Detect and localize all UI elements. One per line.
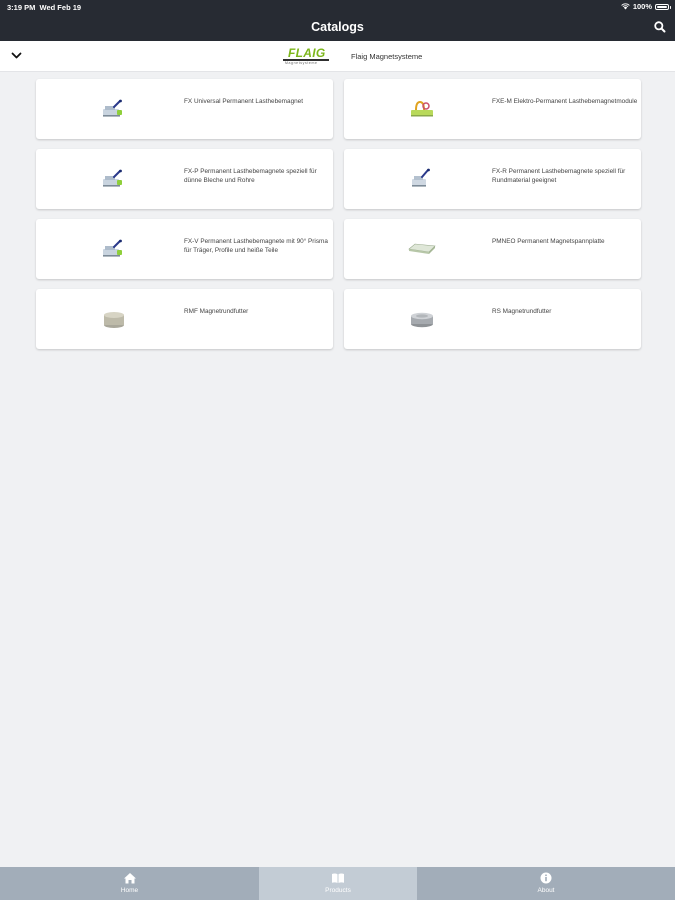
catalog-title: FX Universal Permanent Lasthebemagnet	[184, 98, 304, 105]
status-time: 3:19 PM	[7, 3, 36, 12]
catalog-card[interactable]: FXE-M Elektro-Permanent Lasthebemagnetmo…	[344, 79, 641, 139]
status-date: Wed Feb 19	[39, 3, 82, 12]
catalog-title: RMF Magnetrundfutter	[184, 308, 249, 315]
catalog-grid: FX Universal Permanent Lasthebemagnet FX…	[36, 79, 641, 351]
tab-bar: Home Products About	[0, 867, 675, 900]
catalog-title: PMNEO Permanent Magnetspannplatte	[492, 238, 605, 245]
catalog-card[interactable]: RMF Magnetrundfutter	[36, 289, 333, 349]
supplier-name: Flaig Magnetsysteme	[351, 52, 423, 61]
electro-permanent-module-image	[411, 100, 433, 117]
catalog-card[interactable]: FX-V Permanent Lasthebemagnete mit 90° P…	[36, 219, 333, 279]
tab-products[interactable]: Products	[259, 867, 417, 900]
chevron-down-icon	[11, 52, 22, 59]
page-title: Catalogs	[311, 20, 364, 34]
lifting-magnet-image	[103, 239, 122, 257]
round-chuck-image	[104, 312, 124, 328]
status-bar-indicators: 100%	[621, 2, 671, 11]
catalog-card[interactable]: FX-P Permanent Lasthebemagnete speziell …	[36, 149, 333, 209]
catalog-title: FX-R Permanent Lasthebemagnete speziell …	[492, 168, 626, 184]
search-icon	[654, 21, 666, 33]
round-chuck-image	[411, 312, 433, 328]
status-bar-time: 3:19 PM Wed Feb 19	[7, 3, 81, 12]
catalog-title: RS Magnetrundfutter	[492, 308, 552, 315]
catalog-card[interactable]: FX Universal Permanent Lasthebemagnet	[36, 79, 333, 139]
lifting-magnet-image	[103, 99, 122, 117]
supplier-header: FLAIG Magnetsysteme Flaig Magnetsysteme	[0, 41, 675, 72]
catalog-card[interactable]: RS Magnetrundfutter	[344, 289, 641, 349]
tab-products-label: Products	[325, 887, 351, 894]
info-icon	[540, 872, 552, 884]
catalog-card[interactable]: PMNEO Permanent Magnetspannplatte	[344, 219, 641, 279]
navigation-bar: 3:19 PM Wed Feb 19 100% Catalogs	[0, 0, 675, 41]
battery-percentage: 100%	[632, 2, 652, 11]
lifting-magnet-image	[412, 168, 430, 187]
catalog-title: FXE-M Elektro-Permanent Lasthebemagnetmo…	[492, 98, 638, 105]
battery-icon	[655, 3, 671, 10]
wifi-icon	[621, 3, 630, 10]
brand-logo: FLAIG Magnetsysteme	[283, 46, 329, 65]
tab-home[interactable]: Home	[0, 867, 259, 900]
brand-logo-subtext: Magnetsysteme	[285, 61, 318, 65]
lifting-magnet-image	[103, 169, 122, 187]
tab-home-label: Home	[120, 887, 139, 894]
tab-about-label: About	[537, 887, 555, 894]
tab-about[interactable]: About	[417, 867, 675, 900]
home-icon	[123, 873, 136, 884]
book-icon	[332, 873, 344, 883]
search-button[interactable]	[653, 20, 667, 34]
catalog-card[interactable]: FX-R Permanent Lasthebemagnete speziell …	[344, 149, 641, 209]
catalog-title: FX-V Permanent Lasthebemagnete mit 90° P…	[184, 238, 328, 254]
magnetic-chuck-plate-image	[408, 243, 436, 254]
brand-logo-text: FLAIG	[288, 46, 326, 60]
collapse-button[interactable]	[10, 49, 23, 62]
catalog-title: FX-P Permanent Lasthebemagnete speziell …	[184, 168, 317, 184]
